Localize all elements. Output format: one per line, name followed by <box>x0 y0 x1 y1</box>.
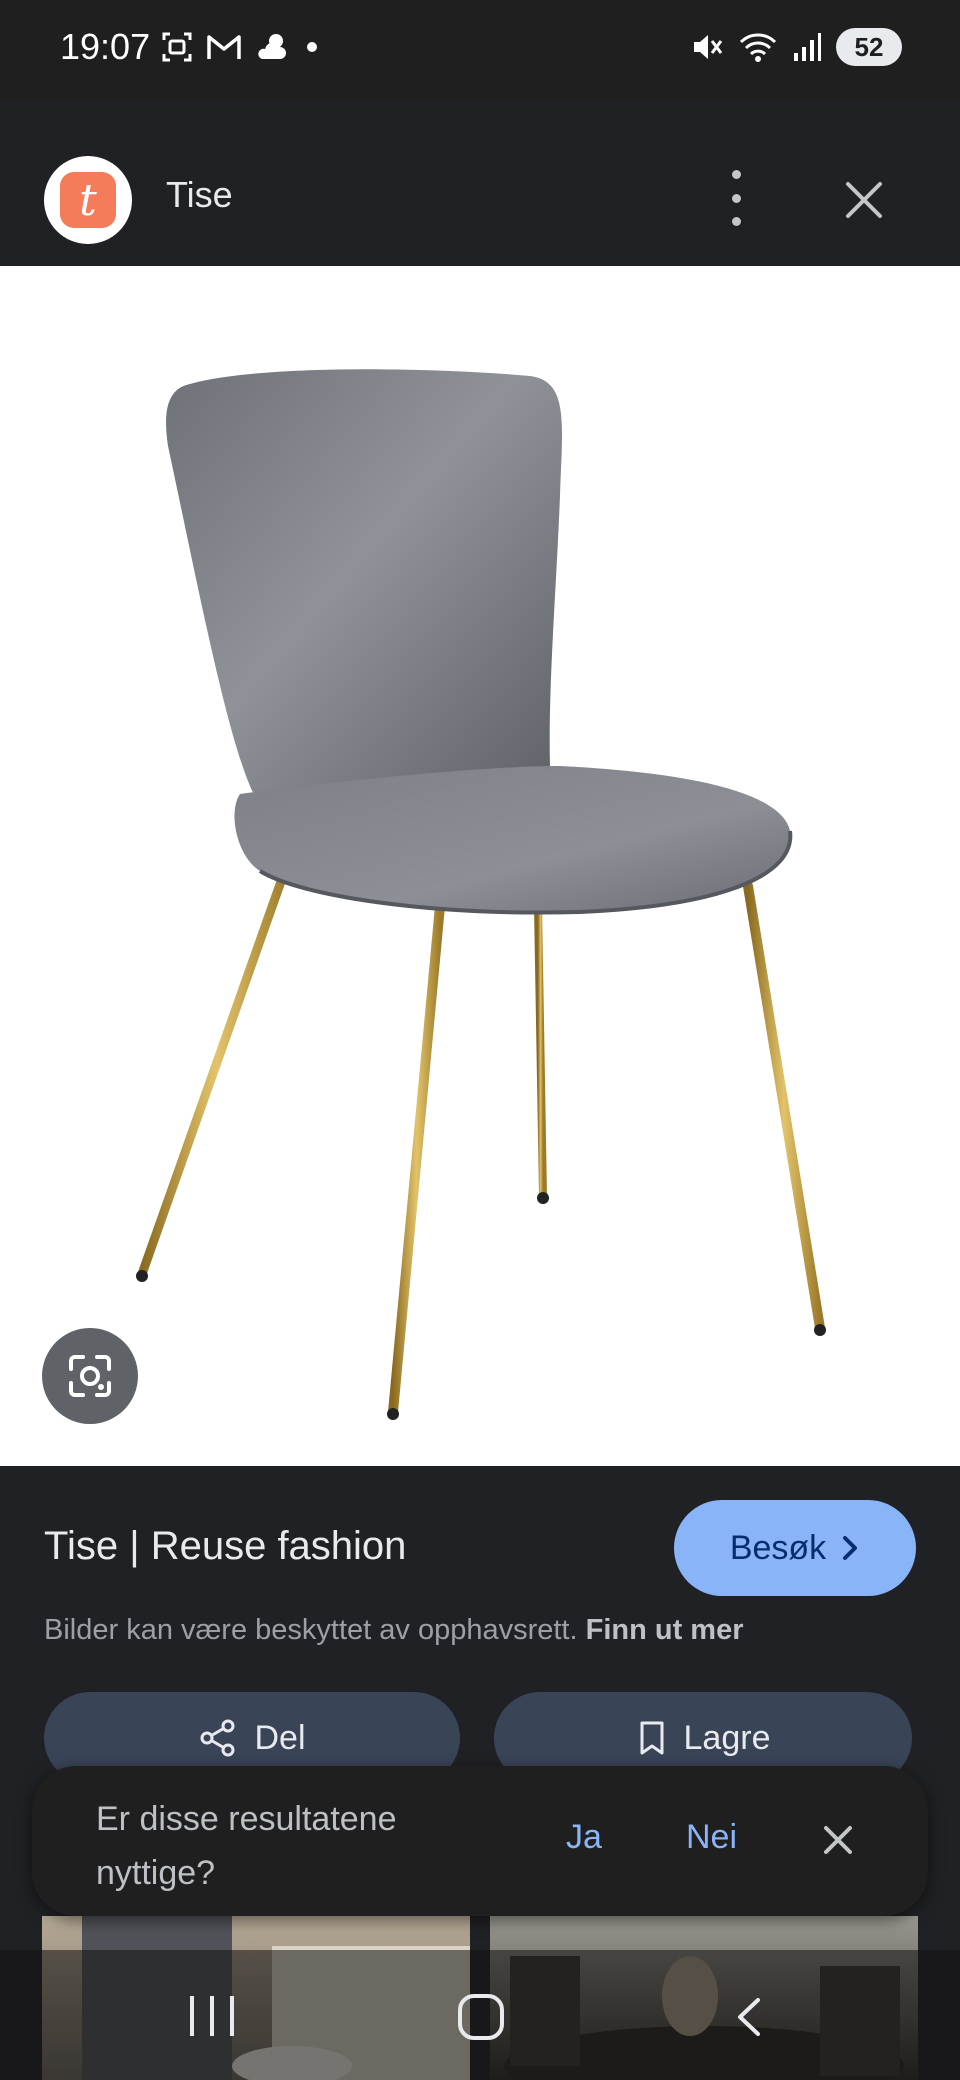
signal-icon <box>794 33 821 61</box>
feedback-yes-button[interactable]: Ja <box>566 1818 602 1857</box>
dot-icon <box>307 42 317 52</box>
feedback-card: Er disse resultatene nyttige? Ja Nei <box>32 1766 928 1916</box>
wifi-6e-icon <box>739 33 777 62</box>
save-label: Lagre <box>683 1718 771 1757</box>
recent-apps-icon[interactable] <box>190 1996 234 2036</box>
visit-button[interactable]: Besøk <box>674 1500 916 1596</box>
copyright-notice: Bilder kan være beskyttet av opphavsrett… <box>44 1614 744 1647</box>
system-nav-bar <box>0 1950 960 2080</box>
copyright-text: Bilder kan være beskyttet av opphavsrett… <box>44 1614 578 1646</box>
product-image[interactable] <box>0 266 960 1466</box>
screenshot-icon <box>162 32 192 62</box>
source-title[interactable]: Tise | Reuse fashion <box>44 1524 406 1569</box>
app-logo-letter: t <box>60 172 116 228</box>
status-bar: 19:07 52 <box>0 0 960 100</box>
home-icon[interactable] <box>458 1994 504 2040</box>
status-right-icons: 52 <box>690 28 902 66</box>
feedback-no-button[interactable]: Nei <box>686 1818 737 1857</box>
share-label: Del <box>254 1718 306 1757</box>
more-vert-icon[interactable] <box>716 170 756 226</box>
battery-indicator: 52 <box>836 28 902 66</box>
gmail-icon <box>207 35 241 59</box>
close-icon[interactable] <box>836 172 892 228</box>
share-icon <box>200 1719 235 1757</box>
back-icon[interactable] <box>730 1994 770 2040</box>
google-lens-icon[interactable] <box>42 1328 138 1424</box>
status-left-icons <box>160 30 322 64</box>
app-logo[interactable]: t <box>44 156 132 244</box>
mute-icon <box>694 35 723 59</box>
app-name[interactable]: Tise <box>166 174 233 216</box>
chair-image <box>136 369 826 1420</box>
learn-more-link[interactable]: Finn ut mer <box>586 1614 744 1646</box>
visit-label: Besøk <box>729 1528 827 1567</box>
bookmark-icon <box>640 1721 664 1755</box>
weather-icon <box>258 34 286 59</box>
feedback-close-icon[interactable] <box>816 1818 860 1862</box>
lens-glyph-icon <box>69 1355 111 1397</box>
chevron-right-icon <box>843 1536 858 1560</box>
status-time: 19:07 <box>60 26 151 67</box>
feedback-question: Er disse resultatene nyttige? <box>96 1800 397 1892</box>
viewer-header: t Tise <box>0 100 960 266</box>
